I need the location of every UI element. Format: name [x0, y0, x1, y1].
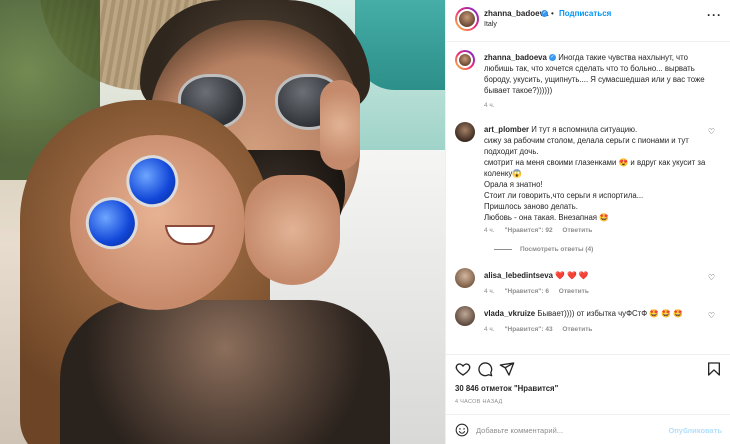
caption-username[interactable]: zhanna_badoeva — [484, 53, 547, 62]
likes-count-number[interactable]: 30 846 отметок — [455, 384, 512, 393]
photo-woman-lace-top — [60, 300, 390, 444]
post-side-panel: zhanna_badoeva ✓ • Подписаться Italy ···… — [445, 0, 730, 444]
comment-reply-button[interactable]: Ответить — [562, 326, 592, 333]
comment-text: alisa_lebedintseva ❤️ ❤️ ❤️ — [484, 270, 714, 281]
comment-likes[interactable]: "Нравится": 43 — [504, 326, 552, 333]
likes-count-label[interactable]: "Нравится" — [514, 384, 558, 393]
comment-likes[interactable]: "Нравится": 6 — [504, 288, 549, 295]
comment-body: Бывает)))) от избытка чуФСтФ 🤩 🤩 🤩 — [537, 309, 683, 318]
separator-dot: • — [551, 9, 554, 18]
comment-username[interactable]: art_plomber — [484, 125, 529, 134]
comment-meta: 4 ч. "Нравится": 92 Ответить — [484, 227, 600, 234]
comment-username[interactable]: vlada_vkruize — [484, 309, 535, 318]
caption-time: 4 ч. — [484, 102, 495, 109]
comment-icon[interactable] — [477, 361, 493, 377]
comment-reply-button[interactable]: Ответить — [562, 227, 592, 234]
comment-meta: 4 ч. "Нравится": 6 Ответить — [484, 288, 597, 295]
comment-heart-icon[interactable]: ♡ — [708, 127, 715, 136]
post-timestamp[interactable]: 4 ЧАСОВ НАЗАД — [455, 399, 503, 405]
emoji-icon[interactable] — [455, 423, 469, 437]
post-photo[interactable] — [0, 0, 445, 444]
comment-body: ❤️ ❤️ ❤️ — [555, 271, 589, 280]
post-header: zhanna_badoeva ✓ • Подписаться Italy ··· — [446, 0, 730, 42]
comment-avatar[interactable] — [455, 268, 475, 288]
bookmark-icon[interactable] — [706, 361, 722, 377]
caption: zhanna_badoeva ✓ Иногда такие чувства на… — [455, 50, 725, 112]
photo-hand — [320, 80, 360, 170]
replies-line — [494, 248, 512, 250]
comments-list[interactable]: zhanna_badoeva ✓ Иногда такие чувства на… — [446, 42, 730, 354]
share-icon[interactable] — [499, 361, 515, 377]
more-options-icon[interactable]: ··· — [707, 8, 722, 22]
heart-icon[interactable] — [455, 361, 471, 377]
comment-meta: 4 ч. "Нравится": 43 Ответить — [484, 326, 600, 333]
comment-username[interactable]: alisa_lebedintseva — [484, 271, 553, 280]
comment-heart-icon[interactable]: ♡ — [708, 311, 715, 320]
comment-likes[interactable]: "Нравится": 92 — [504, 227, 552, 234]
verified-icon: ✓ — [549, 54, 557, 62]
comment-reply-button[interactable]: Ответить — [559, 288, 589, 295]
caption-meta: 4 ч. — [484, 102, 503, 109]
author-username[interactable]: zhanna_badoeva — [484, 9, 548, 18]
comment-avatar[interactable] — [455, 122, 475, 142]
comment-item: vlada_vkruize Бывает)))) от избытка чуФС… — [455, 306, 725, 336]
verified-icon: ✓ — [541, 9, 548, 17]
comment-text: vlada_vkruize Бывает)))) от избытка чуФС… — [484, 308, 714, 319]
comment-item: alisa_lebedintseva ❤️ ❤️ ❤️ ♡ 4 ч. "Нрав… — [455, 268, 725, 298]
view-replies-button[interactable]: Посмотреть ответы (4) — [494, 246, 593, 253]
view-replies-label[interactable]: Посмотреть ответы (4) — [520, 246, 593, 253]
post-actions — [446, 354, 730, 382]
caption-avatar[interactable] — [455, 50, 475, 70]
caption-text: zhanna_badoeva ✓ Иногда такие чувства на… — [484, 52, 714, 96]
comment-item: art_plomber И тут я вспомнила ситуацию. … — [455, 122, 725, 262]
comment-avatar[interactable] — [455, 306, 475, 326]
add-comment-bar: Опубликовать — [446, 414, 730, 444]
comment-heart-icon[interactable]: ♡ — [708, 273, 715, 282]
post-location[interactable]: Italy — [484, 21, 497, 28]
photo-woman-hand — [245, 175, 340, 285]
publish-button[interactable]: Опубликовать — [668, 426, 722, 435]
author-avatar[interactable] — [455, 7, 479, 31]
comment-time: 4 ч. — [484, 288, 495, 295]
comment-time: 4 ч. — [484, 326, 495, 333]
comment-body: И тут я вспомнила ситуацию. сижу за рабо… — [484, 125, 706, 222]
comment-text: art_plomber И тут я вспомнила ситуацию. … — [484, 124, 714, 223]
follow-button[interactable]: Подписаться — [559, 9, 611, 18]
likes-count[interactable]: 30 846 отметок "Нравится" — [455, 384, 558, 393]
comment-input[interactable] — [476, 422, 656, 438]
comment-time: 4 ч. — [484, 227, 495, 234]
